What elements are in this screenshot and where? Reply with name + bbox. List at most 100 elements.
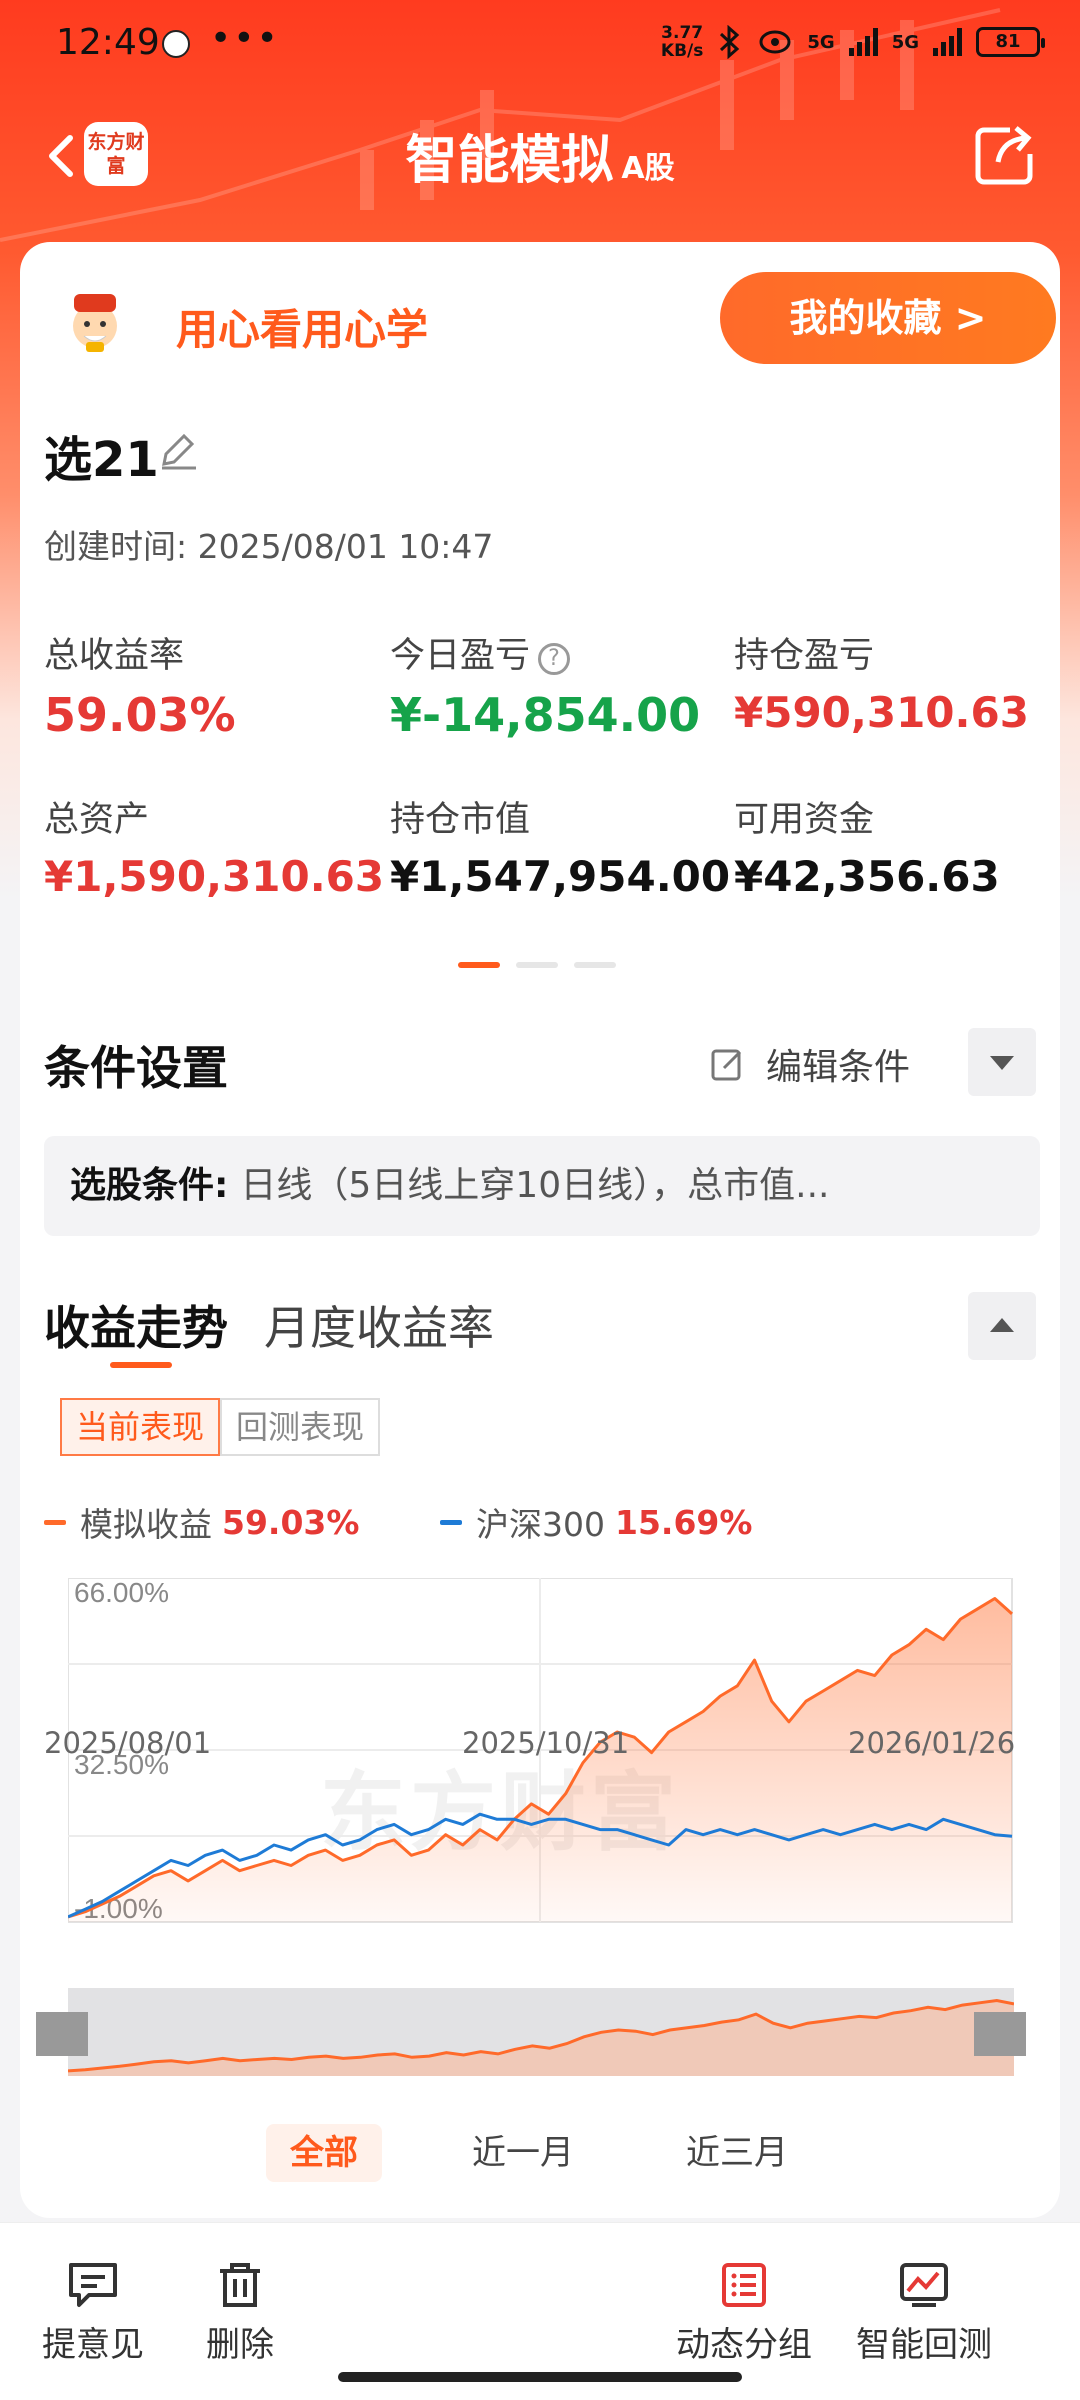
stat-market-value: 持仓市值 ¥1,547,954.00 bbox=[390, 791, 730, 901]
dynamic-groups-button[interactable]: 动态分组 bbox=[676, 2261, 812, 2366]
signal-icon bbox=[848, 28, 878, 56]
stat-total-assets: 总资产 ¥1,590,310.63 bbox=[44, 791, 384, 901]
chevron-down-icon bbox=[990, 1056, 1014, 1070]
smart-backtest-label: 智能回测 bbox=[856, 2325, 992, 2365]
slogan: 用心看用心学 bbox=[176, 305, 429, 354]
today-pnl-label-text: 今日盈亏 bbox=[390, 636, 531, 676]
stat-today-pnl: 今日盈亏? ¥-14,854.00 bbox=[390, 627, 730, 742]
stat-position-pnl: 持仓盈亏 ¥590,310.63 bbox=[734, 627, 1074, 737]
smart-backtest-button[interactable]: 智能回测 bbox=[856, 2261, 992, 2366]
stat-value: 59.03% bbox=[44, 688, 236, 742]
delete-button[interactable]: 删除 bbox=[206, 2261, 274, 2366]
range-end-handle[interactable] bbox=[974, 2012, 1026, 2056]
conditions-summary[interactable]: 选股条件: 日线（5日线上穿10日线），总市值... bbox=[44, 1136, 1040, 1236]
range-all-button[interactable]: 全部 bbox=[266, 2124, 382, 2182]
conditions-label: 选股条件: bbox=[70, 1165, 229, 1206]
legend-swatch-blue bbox=[440, 1519, 462, 1525]
conditions-value: 日线（5日线上穿10日线），总市值... bbox=[240, 1165, 830, 1206]
mini-overview-chart bbox=[67, 1998, 1015, 2076]
x-tick-label: 2025/10/31 bbox=[462, 1726, 630, 1760]
net-speed-unit: KB/s bbox=[660, 41, 704, 61]
nav-bar: 东方财富 智能模拟 A股 bbox=[0, 100, 1080, 220]
status-bar: 12:49 ••• 3.77 KB/s 5G 5G 81 bbox=[0, 0, 1080, 90]
stat-label: 可用资金 bbox=[734, 800, 875, 840]
clock-icon bbox=[162, 30, 190, 58]
stats-pager[interactable] bbox=[458, 962, 616, 968]
legend-hs300: 沪深300 15.69% bbox=[440, 1498, 752, 1546]
legend-hs-label: 沪深300 bbox=[476, 1505, 605, 1544]
feedback-label: 提意见 bbox=[42, 2325, 144, 2365]
range-3m-button[interactable]: 近三月 bbox=[662, 2124, 812, 2182]
feedback-icon bbox=[69, 2263, 117, 2307]
card-header: 用心看用心学 我的收藏 > bbox=[20, 242, 1060, 382]
signal-icon-2 bbox=[933, 28, 962, 56]
legend-hs-value: 15.69% bbox=[615, 1502, 753, 1542]
x-tick-label: 2026/01/26 bbox=[848, 1726, 1016, 1760]
current-performance-tab[interactable]: 当前表现 bbox=[60, 1398, 221, 1456]
stat-value: ¥1,590,310.63 bbox=[44, 852, 385, 901]
battery-icon: 81 bbox=[976, 27, 1045, 57]
stat-available-funds: 可用资金 ¥42,356.63 bbox=[734, 791, 1074, 901]
stat-total-return: 总收益率 59.03% bbox=[44, 627, 384, 742]
tab-monthly-return[interactable]: 月度收益率 bbox=[264, 1292, 494, 1358]
stat-value: ¥1,547,954.00 bbox=[390, 852, 731, 901]
stat-label: 总资产 bbox=[44, 800, 150, 840]
stat-label: 持仓盈亏 bbox=[734, 636, 875, 676]
edit-conditions-button[interactable]: 编辑条件 bbox=[710, 1038, 910, 1090]
created-value: 2025/08/01 10:47 bbox=[197, 527, 494, 566]
range-slider[interactable] bbox=[67, 1988, 1015, 2076]
help-icon[interactable]: ? bbox=[538, 643, 571, 675]
created-label: 创建时间: bbox=[44, 527, 188, 566]
stat-value: ¥-14,854.00 bbox=[390, 688, 701, 742]
hotspot-icon bbox=[759, 30, 791, 54]
legend-sim-value: 59.03% bbox=[222, 1502, 360, 1542]
signal-5g-label: 5G bbox=[807, 31, 835, 53]
tab-return-trend[interactable]: 收益走势 bbox=[44, 1292, 228, 1358]
legend-sim: 模拟收益 59.03% bbox=[44, 1498, 359, 1546]
stat-label: 持仓市值 bbox=[390, 800, 531, 840]
edit-icon bbox=[711, 1049, 742, 1081]
dynamic-groups-label: 动态分组 bbox=[676, 2325, 812, 2365]
list-icon bbox=[722, 2263, 766, 2307]
net-speed-value: 3.77 bbox=[661, 23, 704, 43]
y-tick-label: 66.00% bbox=[74, 1578, 169, 1608]
collapse-chart-button[interactable] bbox=[968, 1292, 1036, 1360]
legend-sim-label: 模拟收益 bbox=[80, 1505, 212, 1544]
market-label: A股 bbox=[621, 151, 675, 186]
stat-value: ¥590,310.63 bbox=[734, 688, 1029, 737]
bluetooth-icon bbox=[720, 25, 740, 59]
page-title-text: 智能模拟 bbox=[405, 131, 614, 191]
edit-conditions-label: 编辑条件 bbox=[766, 1047, 911, 1088]
collapse-conditions-button[interactable] bbox=[968, 1028, 1036, 1096]
legend-swatch-orange bbox=[44, 1519, 66, 1525]
more-notifications-icon: ••• bbox=[210, 18, 280, 59]
status-time: 12:49 bbox=[56, 22, 160, 63]
page-title: 智能模拟 A股 bbox=[0, 118, 1080, 193]
x-tick-label: 2025/08/01 bbox=[44, 1726, 212, 1760]
mascot-icon bbox=[73, 294, 117, 352]
stat-label: 总收益率 bbox=[44, 636, 185, 676]
stat-value: ¥42,356.63 bbox=[734, 852, 1000, 901]
strategy-name: 选21 bbox=[44, 432, 159, 488]
my-favorites-button[interactable]: 我的收藏 > bbox=[720, 272, 1056, 364]
strategy-card: 用心看用心学 我的收藏 > 选21 创建时间: 2025/08/01 10:47… bbox=[20, 242, 1060, 2218]
trash-icon bbox=[220, 2263, 260, 2307]
stat-label: 今日盈亏? bbox=[390, 627, 730, 678]
edit-name-icon[interactable] bbox=[156, 428, 200, 472]
share-icon[interactable] bbox=[970, 120, 1040, 190]
home-indicator bbox=[338, 2372, 742, 2382]
network-speed: 3.77 KB/s bbox=[661, 24, 703, 60]
range-start-handle[interactable] bbox=[36, 2012, 88, 2056]
active-tab-indicator bbox=[110, 1362, 172, 1368]
backtest-chart-icon bbox=[900, 2263, 948, 2307]
feedback-button[interactable]: 提意见 bbox=[42, 2261, 144, 2366]
chevron-up-icon bbox=[990, 1318, 1014, 1332]
performance-toggle: 当前表现 回测表现 bbox=[60, 1398, 381, 1456]
delete-label: 删除 bbox=[206, 2325, 274, 2365]
conditions-title: 条件设置 bbox=[44, 1041, 228, 1095]
range-1m-button[interactable]: 近一月 bbox=[448, 2124, 598, 2182]
mini-area bbox=[68, 2000, 1014, 2076]
signal-5g-label-2: 5G bbox=[891, 31, 919, 53]
created-time: 创建时间: 2025/08/01 10:47 bbox=[44, 520, 493, 568]
backtest-performance-tab[interactable]: 回测表现 bbox=[220, 1398, 381, 1456]
